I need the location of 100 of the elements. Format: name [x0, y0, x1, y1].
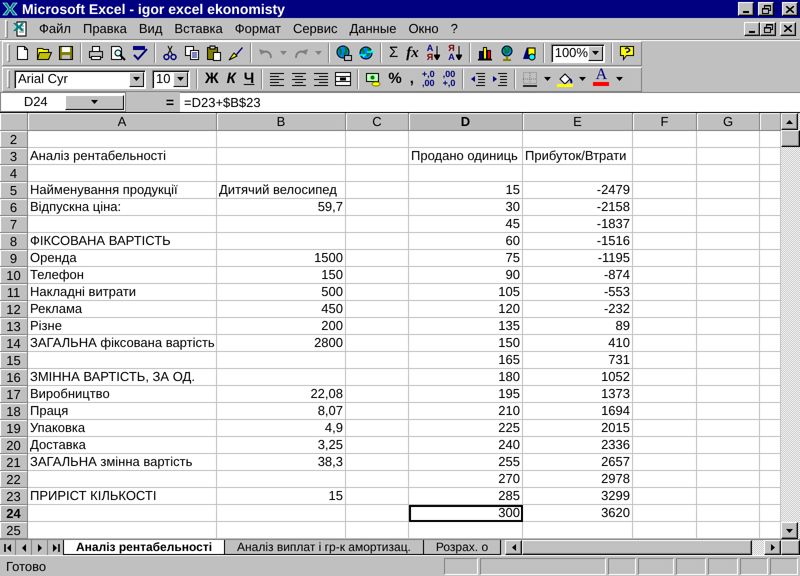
caret-icon[interactable]: [616, 77, 624, 81]
empty-cell[interactable]: [217, 216, 346, 233]
table-cell[interactable]: 2657: [523, 454, 633, 471]
empty-cell[interactable]: [217, 471, 346, 488]
table-cell[interactable]: Відпускна ціна:: [28, 199, 217, 216]
table-cell[interactable]: 2800: [217, 335, 346, 352]
empty-cell[interactable]: [697, 301, 760, 318]
row-header[interactable]: 20: [0, 437, 28, 454]
formula-input-field[interactable]: =D23+$B$23: [180, 92, 800, 112]
row-header[interactable]: 16: [0, 369, 28, 386]
scroll-thumb[interactable]: [522, 540, 752, 555]
empty-cell[interactable]: [633, 250, 697, 267]
empty-cell[interactable]: [633, 284, 697, 301]
empty-cell[interactable]: [697, 386, 760, 403]
zoom-dropdown[interactable]: 100%: [550, 44, 605, 62]
table-cell[interactable]: -2158: [523, 199, 633, 216]
empty-cell[interactable]: [633, 403, 697, 420]
empty-cell[interactable]: [217, 352, 346, 369]
table-cell[interactable]: 30: [409, 199, 523, 216]
menu-item[interactable]: Формат: [228, 20, 287, 36]
menu-item[interactable]: Правка: [76, 20, 133, 36]
sort-ascending-button[interactable]: А Я: [422, 42, 444, 64]
empty-cell[interactable]: [633, 420, 697, 437]
increase-indent-icon[interactable]: [492, 71, 508, 87]
table-cell[interactable]: 180: [409, 369, 523, 386]
table-cell[interactable]: 2978: [523, 471, 633, 488]
table-cell[interactable]: 15: [409, 182, 523, 199]
empty-cell[interactable]: [346, 148, 409, 165]
caret-icon[interactable]: [579, 77, 586, 81]
row-header[interactable]: 7: [0, 216, 28, 233]
restore-button[interactable]: [760, 22, 776, 36]
empty-cell[interactable]: [346, 505, 409, 522]
empty-cell[interactable]: [346, 369, 409, 386]
open-folder-icon[interactable]: [36, 45, 52, 61]
table-cell[interactable]: 165: [409, 352, 523, 369]
empty-cell[interactable]: [217, 369, 346, 386]
table-cell[interactable]: Різне: [28, 318, 217, 335]
table-cell[interactable]: 225: [409, 420, 523, 437]
merge-center-icon[interactable]: [335, 71, 352, 87]
empty-cell[interactable]: [633, 267, 697, 284]
empty-cell[interactable]: [346, 199, 409, 216]
table-cell[interactable]: 255: [409, 454, 523, 471]
column-header[interactable]: E: [523, 113, 633, 131]
banknote-coins-icon[interactable]: [365, 71, 382, 87]
row-header[interactable]: 3: [0, 148, 28, 165]
empty-cell[interactable]: [697, 335, 760, 352]
empty-cell[interactable]: [346, 352, 409, 369]
empty-cell[interactable]: [633, 522, 697, 539]
scroll-right-button[interactable]: [764, 540, 781, 555]
table-cell[interactable]: 22,08: [217, 386, 346, 403]
align-left-icon[interactable]: [269, 71, 286, 87]
decrease-indent-icon[interactable]: [470, 71, 486, 87]
sheet-tab[interactable]: Розрах. о: [422, 540, 502, 555]
row-header[interactable]: 14: [0, 335, 28, 352]
row-header[interactable]: 24: [0, 505, 28, 522]
table-cell[interactable]: 410: [523, 335, 633, 352]
table-cell[interactable]: -1516: [523, 233, 633, 250]
empty-cell[interactable]: [633, 352, 697, 369]
table-cell[interactable]: 60: [409, 233, 523, 250]
row-header[interactable]: 4: [0, 165, 28, 182]
row-header[interactable]: 8: [0, 233, 28, 250]
table-cell[interactable]: Аналіз рентабельності: [28, 148, 217, 165]
table-cell[interactable]: -2479: [523, 182, 633, 199]
table-cell[interactable]: -553: [523, 284, 633, 301]
last-sheet-arrow-icon[interactable]: [52, 544, 60, 552]
table-cell[interactable]: -1195: [523, 250, 633, 267]
empty-cell[interactable]: [633, 148, 697, 165]
empty-cell[interactable]: [633, 165, 697, 182]
menu-item[interactable]: ?: [444, 20, 464, 36]
empty-cell[interactable]: [697, 471, 760, 488]
close-button[interactable]: [780, 22, 796, 36]
font-name-dropdown[interactable]: Arial Cyr: [14, 70, 146, 88]
first-sheet-arrow-icon[interactable]: [4, 544, 12, 552]
printer-icon[interactable]: [88, 45, 104, 61]
table-cell[interactable]: Продано одиниць: [409, 148, 523, 165]
menu-item[interactable]: Окно: [402, 20, 445, 36]
table-cell[interactable]: 2336: [523, 437, 633, 454]
spelling-check-icon[interactable]: [132, 45, 148, 61]
empty-cell[interactable]: [633, 386, 697, 403]
row-header[interactable]: 6: [0, 199, 28, 216]
menu-item[interactable]: Данные: [343, 20, 402, 36]
table-cell[interactable]: 210: [409, 403, 523, 420]
active-cell[interactable]: 300: [409, 505, 523, 522]
row-header[interactable]: 25: [0, 522, 28, 539]
empty-cell[interactable]: [409, 522, 523, 539]
empty-cell[interactable]: [346, 284, 409, 301]
empty-cell[interactable]: [523, 522, 633, 539]
magnifier-page-icon[interactable]: [110, 45, 126, 61]
empty-cell[interactable]: [633, 454, 697, 471]
vertical-scrollbar[interactable]: [781, 113, 800, 539]
menu-item[interactable]: Сервис: [286, 20, 344, 36]
column-header[interactable]: D: [409, 113, 523, 131]
table-cell[interactable]: 38,3: [217, 454, 346, 471]
empty-cell[interactable]: [633, 233, 697, 250]
empty-cell[interactable]: [697, 352, 760, 369]
scissors-icon[interactable]: [162, 45, 178, 61]
row-header[interactable]: 22: [0, 471, 28, 488]
empty-cell[interactable]: [633, 335, 697, 352]
empty-cell[interactable]: [346, 522, 409, 539]
row-header[interactable]: 12: [0, 301, 28, 318]
